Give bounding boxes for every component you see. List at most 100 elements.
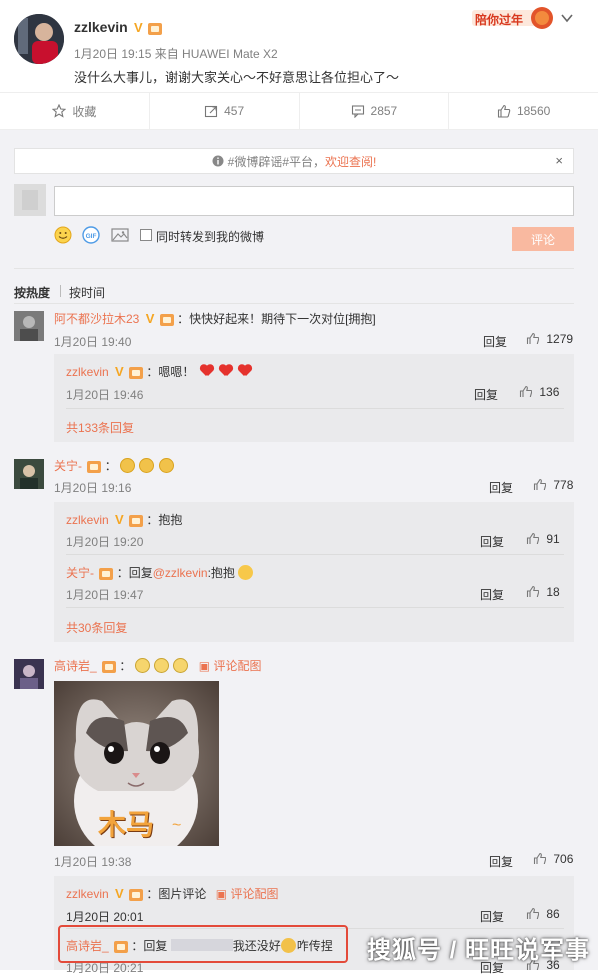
reply-body: ：嗯嗯！ [146,365,195,379]
cry-emoji-icon [173,658,189,673]
reply-text: zzlkevin V ：图片评论 ▣ 评论配图 [66,885,278,902]
thumbs-up-icon [519,385,532,397]
reply-like-count: 91 [546,532,560,546]
notice-link[interactable]: 欢迎查阅! [325,153,376,170]
reply-tail: :抱抱 [207,566,235,580]
vip-icon [87,460,102,473]
verified-icon: V [115,364,124,379]
chevron-down-icon[interactable] [560,11,574,28]
comment-image[interactable]: 木马 ~ [54,681,219,846]
comment-like-button[interactable]: 778 [533,478,573,492]
divider [14,303,574,304]
comment-username[interactable]: 高诗岩_ [54,659,97,673]
reply-button[interactable]: 回复 [480,586,504,603]
thumbs-up-icon [533,478,546,490]
verified-icon: V [134,20,143,35]
reply-like-button[interactable]: 18 [526,585,560,599]
info-icon [212,155,224,167]
repost-checkbox[interactable] [140,229,152,241]
post-username[interactable]: zzlkevin [74,19,128,35]
vip-icon [129,514,144,527]
more-replies-link[interactable]: 共133条回复 [66,419,134,436]
post-avatar[interactable] [14,14,64,64]
reply-button[interactable]: 回复 [480,533,504,550]
kiss-emoji-icon [238,565,254,580]
comment-like-count: 706 [553,852,574,866]
repost-count: 457 [224,104,245,118]
comment-icon [351,105,364,118]
comment-body: ： [104,459,117,473]
repost-button[interactable]: 457 [150,93,300,129]
close-icon[interactable]: × [555,153,563,168]
notice-hashtag[interactable]: #微博辟谣#平台， [228,153,325,170]
reply-image-link[interactable]: 评论配图 [230,887,278,901]
watermark: 搜狐号 / 旺旺说军事 [366,937,590,964]
thumbs-up-icon [526,585,539,597]
divider [66,554,564,555]
new-year-badge[interactable]: 陪你过年 [472,6,556,29]
reply-username[interactable]: 关宁- [66,566,94,580]
reply-button[interactable]: 回复 [483,333,507,350]
comment-body: ： [119,659,132,673]
comment-avatar[interactable] [14,311,44,341]
svg-text:GIF: GIF [86,233,97,240]
reply-body: ：抱抱 [146,513,183,527]
vip-icon [129,888,144,901]
comment-image-link[interactable]: 评论配图 [213,659,261,673]
post-toolbar: 收藏 457 2857 18560 [0,92,598,130]
comment-button[interactable]: 2857 [300,93,450,129]
reply-like-count: 136 [539,385,560,399]
comment-avatar[interactable] [14,459,44,489]
comment-like-button[interactable]: 1279 [526,332,573,346]
like-button[interactable]: 18560 [449,93,598,129]
sort-by-time[interactable]: 按时间 [69,284,105,301]
reply-time: 1月20日 19:20 [66,535,144,549]
reply-username[interactable]: zzlkevin [66,365,109,379]
more-replies-link[interactable]: 共30条回复 [66,619,127,636]
comment-input[interactable] [54,186,574,216]
cry-emoji-icon [134,658,150,673]
comment-avatar[interactable] [14,659,44,689]
reply-like-button[interactable]: 136 [519,385,559,399]
verified-icon: V [115,512,124,527]
gif-icon[interactable]: GIF [82,226,100,247]
comment-username[interactable]: 阿不都沙拉木23 [54,312,139,326]
reply-like-count: 18 [546,585,560,599]
comment-time: 1月20日 19:16 [54,481,132,495]
reply-text: 关宁- ：回复@zzlkevin:抱抱 [66,564,254,581]
comment-time: 1月20日 19:38 [54,855,132,869]
mention-link[interactable]: @zzlkevin [153,566,208,580]
favorite-button[interactable]: 收藏 [0,93,150,129]
image-attachment-icon: ▣ [215,887,228,901]
post-content: 没什么大事儿，谢谢大家关心～不好意思让各位担心了～ [74,70,400,85]
reply-button[interactable]: 回复 [489,479,513,496]
repost-checkbox-label: 同时转发到我的微博 [156,230,265,244]
reply-like-button[interactable]: 86 [526,907,560,921]
verified-icon: V [115,886,124,901]
comment-like-count: 1279 [546,332,574,346]
image-icon[interactable] [111,226,129,247]
heart-icon [200,365,214,377]
reply-button[interactable]: 回复 [474,386,498,403]
comment-time: 1月20日 19:40 [54,335,132,349]
comment-username[interactable]: 关宁- [54,459,82,473]
reply-button[interactable]: 回复 [480,908,504,925]
avatar-photo [14,14,64,64]
divider [66,607,564,608]
comment-text: 关宁- ： [54,457,175,474]
comment-like-button[interactable]: 706 [533,852,573,866]
favorite-label: 收藏 [72,104,97,119]
reply-button[interactable]: 回复 [489,853,513,870]
cry-emoji-icon [154,658,170,673]
sort-by-hot[interactable]: 按热度 [14,284,50,301]
comment-text: 高诗岩_ ： ▣ 评论配图 [54,657,261,674]
thumbs-up-icon [526,332,539,344]
reply-username[interactable]: zzlkevin [66,513,109,527]
reply-username[interactable]: zzlkevin [66,887,109,901]
reply-like-button[interactable]: 91 [526,532,560,546]
highlight-box [58,925,348,963]
divider [14,268,574,269]
heart-icon [219,365,233,377]
emoji-icon[interactable] [54,226,72,247]
submit-comment-button[interactable]: 评论 [512,227,574,251]
